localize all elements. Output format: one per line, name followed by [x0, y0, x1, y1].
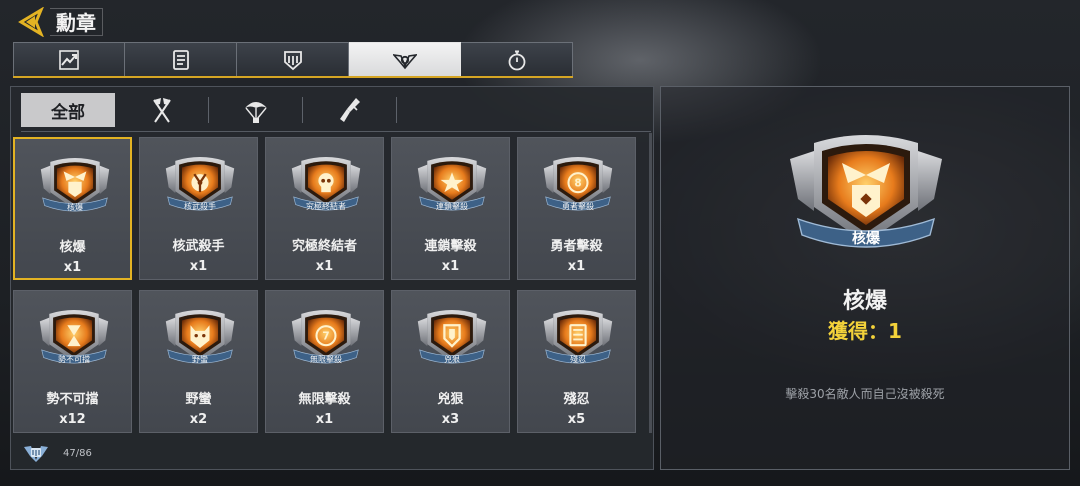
stats-chart-icon — [59, 49, 79, 70]
tab-emblems[interactable] — [237, 42, 349, 77]
page-title: 勳章 — [50, 8, 103, 36]
medal-name: 勢不可擋 — [46, 392, 99, 407]
filter-divider-line — [21, 131, 651, 132]
medal-count: x2 — [189, 412, 208, 427]
medal-count: x12 — [59, 412, 86, 427]
medal-collection-icon — [24, 446, 48, 462]
detail-badge-label: 核爆 — [852, 231, 880, 247]
stopwatch-icon — [508, 50, 525, 70]
scrollbar[interactable] — [649, 133, 652, 433]
filter-bar: 全部 — [21, 93, 397, 127]
medal-count: x1 — [315, 259, 334, 274]
medal-name: 核武殺手 — [172, 239, 225, 254]
medal-name: 無限擊殺 — [298, 392, 351, 407]
medal-card[interactable]: 勢不可擋 勢不可擋 x12 — [13, 290, 132, 433]
medal-card[interactable]: 野蠻 野蠻 x2 — [139, 290, 258, 433]
filter-battle-royale[interactable] — [209, 93, 302, 127]
tab-records[interactable] — [125, 42, 237, 77]
filter-all[interactable]: 全部 — [21, 93, 115, 127]
medal-name: 究極終結者 — [291, 239, 357, 254]
collection-progress: 47/86 — [63, 447, 92, 459]
filter-multiplayer[interactable] — [115, 93, 208, 127]
medal-badge-label: 勇者擊殺 — [562, 202, 594, 211]
medal-badge-label: 殘忍 — [570, 355, 586, 364]
medal-detail-panel: 核爆 核爆 獲得：1 擊殺30名敵人而自己沒被殺死 — [660, 86, 1070, 470]
medal-badge-label: 兇狠 — [444, 355, 460, 364]
medal-card[interactable]: 殘忍 殘忍 x5 — [517, 290, 636, 433]
medal-badge-label: 核武殺手 — [184, 202, 216, 211]
medal-count: x1 — [189, 259, 208, 274]
detail-obtained-count: 獲得：1 — [828, 319, 902, 343]
clipboard-icon — [172, 49, 189, 70]
detail-medal-name: 核爆 — [842, 289, 887, 314]
tab-medals[interactable] — [349, 42, 461, 77]
svg-text:8: 8 — [574, 177, 581, 189]
tab-underline — [13, 76, 573, 78]
medal-badge-label: 究極終結者 — [306, 202, 346, 211]
back-arrow-icon — [18, 6, 45, 38]
svg-text:7: 7 — [322, 330, 329, 342]
medal-badge-label: 核爆 — [67, 203, 83, 212]
medal-badge-label: 連鎖擊殺 — [436, 202, 468, 211]
medal-name: 勇者擊殺 — [550, 239, 603, 254]
medal-count: x1 — [441, 259, 460, 274]
medal-count: x3 — [441, 412, 460, 427]
medal-count: x5 — [567, 412, 586, 427]
back-button[interactable] — [17, 6, 45, 38]
parachute-icon — [244, 102, 267, 123]
tab-timer[interactable] — [461, 42, 573, 77]
filter-divider — [396, 97, 397, 123]
medal-count: x1 — [315, 412, 334, 427]
medal-grid: 核爆 核爆 x1 核武殺手 核武殺手 x1 究極終結者 究極終結者 x1 連鎖擊殺 連鎖擊殺 x1 8 勇… — [13, 137, 649, 433]
medal-card[interactable]: 8 勇者擊殺 勇者擊殺 x1 — [517, 137, 636, 280]
filter-weapon[interactable] — [303, 93, 396, 127]
tab-stats[interactable] — [13, 42, 125, 77]
medal-name: 野蠻 — [185, 392, 212, 407]
detail-description: 擊殺30名敵人而自己沒被殺死 — [785, 387, 945, 401]
medal-card[interactable]: 7 無限擊殺 無限擊殺 x1 — [265, 290, 384, 433]
medal-count: x1 — [63, 260, 82, 275]
emblem-shield-icon — [283, 50, 302, 70]
medal-name: 兇狠 — [437, 392, 464, 407]
medal-name: 殘忍 — [563, 392, 590, 407]
crossed-flags-icon — [152, 98, 171, 123]
medal-badge-label: 無限擊殺 — [310, 355, 342, 364]
weapon-icon — [339, 98, 360, 122]
medal-card[interactable]: 兇狠 兇狠 x3 — [391, 290, 510, 433]
medal-count: x1 — [567, 259, 586, 274]
medal-card[interactable]: 究極終結者 究極終結者 x1 — [265, 137, 384, 280]
medal-badge-label: 野蠻 — [192, 355, 208, 364]
medal-name: 連鎖擊殺 — [424, 239, 477, 254]
collection-footer: 47/86 — [23, 441, 92, 465]
medal-name: 核爆 — [59, 240, 86, 255]
medal-card[interactable]: 核武殺手 核武殺手 x1 — [139, 137, 258, 280]
medal-list-panel: 全部 核爆 核爆 x1 核武殺手 核武殺手 x1 究極終結者 究極終結者 x1 … — [10, 86, 654, 470]
medal-card[interactable]: 核爆 核爆 x1 — [13, 137, 132, 280]
medal-wings-icon — [392, 53, 417, 69]
category-tabs — [13, 42, 573, 77]
medal-badge-label: 勢不可擋 — [58, 355, 90, 364]
medal-card[interactable]: 連鎖擊殺 連鎖擊殺 x1 — [391, 137, 510, 280]
